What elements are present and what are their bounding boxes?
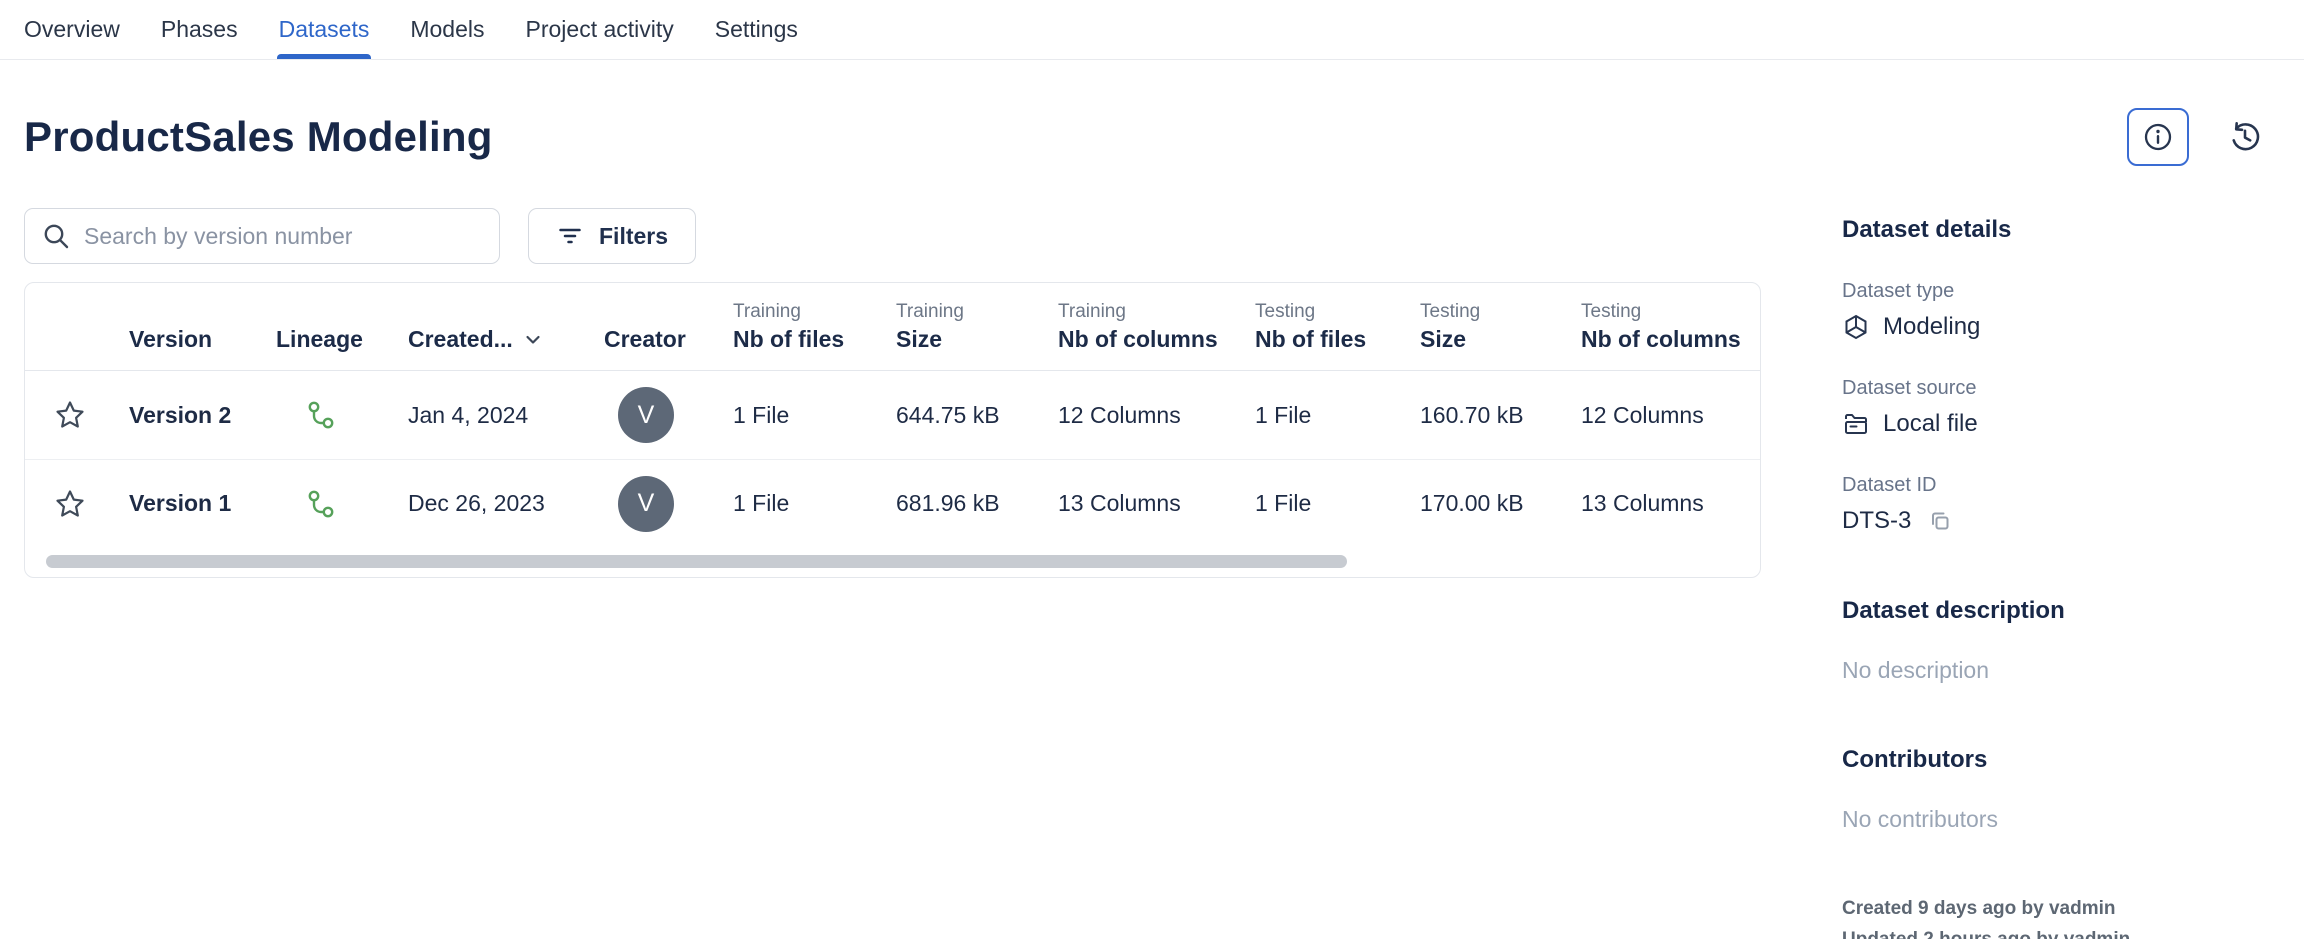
created-note: Created 9 days ago by vadmin bbox=[1842, 893, 2271, 924]
tab-project-activity[interactable]: Project activity bbox=[526, 0, 674, 59]
dataset-meta-notes: Created 9 days ago by vadmin Updated 2 h… bbox=[1842, 893, 2271, 939]
dataset-description-title: Dataset description bbox=[1842, 597, 2271, 625]
filters-button[interactable]: Filters bbox=[528, 208, 696, 264]
testing-files: 1 File bbox=[1255, 490, 1311, 516]
favorite-column-header bbox=[25, 283, 129, 370]
column-group-testing: Testing bbox=[1420, 301, 1581, 323]
table-header-row: Version Lineage Created... bbox=[25, 283, 1760, 371]
filters-button-label: Filters bbox=[599, 223, 668, 250]
tab-overview[interactable]: Overview bbox=[24, 0, 120, 59]
column-header-training-size[interactable]: Size bbox=[896, 326, 1058, 353]
horizontal-scrollbar[interactable] bbox=[46, 555, 1347, 568]
column-header-testing-files[interactable]: Nb of files bbox=[1255, 326, 1420, 353]
dataset-type-icon bbox=[1842, 313, 1870, 341]
search-icon bbox=[41, 221, 71, 251]
column-group-training: Training bbox=[896, 301, 1058, 323]
tab-phases[interactable]: Phases bbox=[161, 0, 238, 59]
copy-icon[interactable] bbox=[1928, 509, 1952, 533]
column-group-testing: Testing bbox=[1255, 301, 1420, 323]
dataset-id-label: Dataset ID bbox=[1842, 474, 2271, 497]
info-icon bbox=[2142, 121, 2174, 153]
dataset-source-value: Local file bbox=[1883, 410, 1978, 438]
updated-note: Updated 2 hours ago by vadmin bbox=[1842, 924, 2271, 939]
search-input[interactable] bbox=[84, 223, 483, 250]
project-nav: Overview Phases Datasets Models Project … bbox=[0, 0, 2304, 60]
column-header-lineage[interactable]: Lineage bbox=[276, 326, 408, 353]
dataset-description-empty: No description bbox=[1842, 657, 2271, 684]
column-header-testing-size[interactable]: Size bbox=[1420, 326, 1581, 353]
column-header-version[interactable]: Version bbox=[129, 326, 276, 353]
column-header-creator[interactable]: Creator bbox=[604, 326, 733, 353]
column-group-training: Training bbox=[733, 301, 896, 323]
training-size: 681.96 kB bbox=[896, 490, 1000, 516]
training-files: 1 File bbox=[733, 490, 789, 516]
version-search-box bbox=[24, 208, 500, 264]
contributors-empty: No contributors bbox=[1842, 806, 2271, 833]
sort-chevron-icon bbox=[523, 330, 543, 350]
created-date: Jan 4, 2024 bbox=[408, 402, 528, 428]
training-size: 644.75 kB bbox=[896, 402, 1000, 428]
lineage-icon[interactable] bbox=[305, 488, 408, 520]
dataset-source-label: Dataset source bbox=[1842, 377, 2271, 400]
column-header-training-columns[interactable]: Nb of columns bbox=[1058, 326, 1255, 353]
dataset-id-value: DTS-3 bbox=[1842, 507, 1911, 535]
column-header-created[interactable]: Created... bbox=[408, 326, 604, 353]
creator-avatar: V bbox=[618, 476, 674, 532]
created-date: Dec 26, 2023 bbox=[408, 490, 545, 516]
testing-size: 170.00 kB bbox=[1420, 490, 1524, 516]
favorite-star-icon[interactable] bbox=[53, 487, 129, 521]
training-columns: 13 Columns bbox=[1058, 490, 1181, 516]
training-columns: 12 Columns bbox=[1058, 402, 1181, 428]
dataset-source-icon bbox=[1842, 410, 1870, 438]
lineage-icon[interactable] bbox=[305, 399, 408, 431]
version-toolbar: Filters bbox=[24, 208, 1761, 264]
header-actions bbox=[2127, 108, 2271, 166]
tab-models[interactable]: Models bbox=[410, 0, 484, 59]
testing-columns: 12 Columns bbox=[1581, 402, 1704, 428]
table-row[interactable]: Version 2 Jan 4, 2024 V bbox=[25, 371, 1760, 459]
dataset-type-value: Modeling bbox=[1883, 313, 1980, 341]
filter-icon bbox=[556, 222, 584, 250]
dataset-type-label: Dataset type bbox=[1842, 280, 2271, 303]
details-panel-title: Dataset details bbox=[1842, 216, 2271, 244]
dataset-info-button[interactable] bbox=[2127, 108, 2189, 166]
testing-files: 1 File bbox=[1255, 402, 1311, 428]
creator-avatar: V bbox=[618, 387, 674, 443]
version-link[interactable]: Version 2 bbox=[129, 402, 231, 428]
testing-columns: 13 Columns bbox=[1581, 490, 1704, 516]
column-group-testing: Testing bbox=[1581, 301, 1762, 323]
favorite-star-icon[interactable] bbox=[53, 398, 129, 432]
dataset-details-panel: Dataset details Dataset type Modeling Da… bbox=[1842, 208, 2271, 939]
column-header-testing-columns[interactable]: Nb of columns bbox=[1581, 326, 1762, 353]
page-title: ProductSales Modeling bbox=[24, 113, 493, 161]
page-header: ProductSales Modeling bbox=[24, 108, 2271, 166]
tab-datasets[interactable]: Datasets bbox=[279, 0, 370, 59]
history-icon bbox=[2227, 119, 2263, 155]
version-history-button[interactable] bbox=[2219, 111, 2271, 163]
training-files: 1 File bbox=[733, 402, 789, 428]
testing-size: 160.70 kB bbox=[1420, 402, 1524, 428]
version-link[interactable]: Version 1 bbox=[129, 490, 231, 516]
tab-settings[interactable]: Settings bbox=[715, 0, 798, 59]
table-row[interactable]: Version 1 Dec 26, 2023 V bbox=[25, 459, 1760, 547]
column-group-training: Training bbox=[1058, 301, 1255, 323]
versions-table: Version Lineage Created... bbox=[24, 282, 1761, 578]
column-header-training-files[interactable]: Nb of files bbox=[733, 326, 896, 353]
contributors-title: Contributors bbox=[1842, 746, 2271, 774]
